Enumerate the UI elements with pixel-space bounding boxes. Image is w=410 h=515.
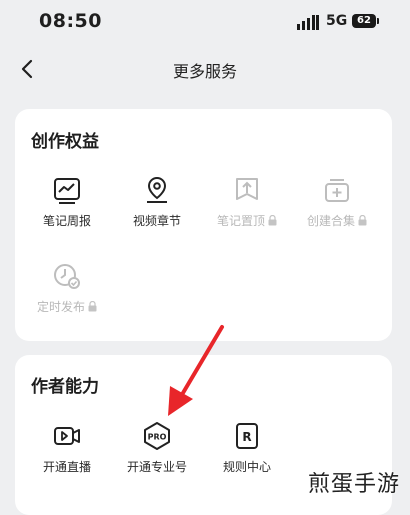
network-type: 5G <box>326 13 348 29</box>
item-scheduled-publish[interactable]: 定时发布 <box>22 261 112 325</box>
item-label: 开通专业号 <box>126 460 187 474</box>
section-title-creation: 创作权益 <box>31 132 99 152</box>
scheduled-publish-icon <box>54 264 80 289</box>
rules-center-icon: R <box>236 423 258 449</box>
item-label-wrap: 笔记置顶 <box>202 212 292 229</box>
creation-rights-card: 创作权益 笔记周报 视频章节 笔记置顶 创建合集 定时发布 <box>15 109 392 341</box>
item-create-collection[interactable]: 创建合集 <box>292 175 382 239</box>
item-rules-center[interactable]: R 规则中心 <box>202 421 292 485</box>
item-open-pro-account[interactable]: PRO 开通专业号 <box>112 421 202 485</box>
weekly-report-icon <box>54 178 80 204</box>
battery-cap <box>377 18 379 24</box>
status-time: 08:50 <box>39 10 102 32</box>
item-label: 规则中心 <box>222 460 271 474</box>
lock-icon <box>268 215 277 226</box>
lock-icon <box>88 301 97 312</box>
item-label: 视频章节 <box>132 214 181 228</box>
watermark: 煎蛋手游 <box>308 472 401 497</box>
live-stream-icon <box>54 427 80 445</box>
create-collection-icon <box>325 179 349 202</box>
page-title: 更多服务 <box>172 62 237 81</box>
battery-icon: 62 <box>352 14 376 28</box>
lock-icon <box>358 215 367 226</box>
item-label: 创建合集 <box>306 214 355 228</box>
pin-note-icon <box>236 178 258 200</box>
item-label: 笔记周报 <box>42 214 91 228</box>
section-title-author: 作者能力 <box>31 377 99 397</box>
pro-badge-icon: PRO <box>144 422 170 450</box>
svg-text:PRO: PRO <box>148 433 167 442</box>
item-label: 开通直播 <box>42 460 91 474</box>
item-label: 笔记置顶 <box>216 214 265 228</box>
svg-text:R: R <box>242 430 251 444</box>
status-bar: 08:50 5G 62 <box>0 0 410 46</box>
item-label: 定时发布 <box>36 300 85 314</box>
signal-icon <box>297 15 319 30</box>
video-chapter-icon <box>147 176 167 203</box>
battery-level: 62 <box>357 15 371 26</box>
item-weekly-report[interactable]: 笔记周报 <box>22 175 112 239</box>
item-label-wrap: 创建合集 <box>292 212 382 229</box>
item-pin-note[interactable]: 笔记置顶 <box>202 175 292 239</box>
item-label-wrap: 定时发布 <box>22 298 112 315</box>
item-live-stream[interactable]: 开通直播 <box>22 421 112 485</box>
item-video-chapter[interactable]: 视频章节 <box>112 175 202 239</box>
nav-bar: 更多服务 <box>0 46 410 92</box>
